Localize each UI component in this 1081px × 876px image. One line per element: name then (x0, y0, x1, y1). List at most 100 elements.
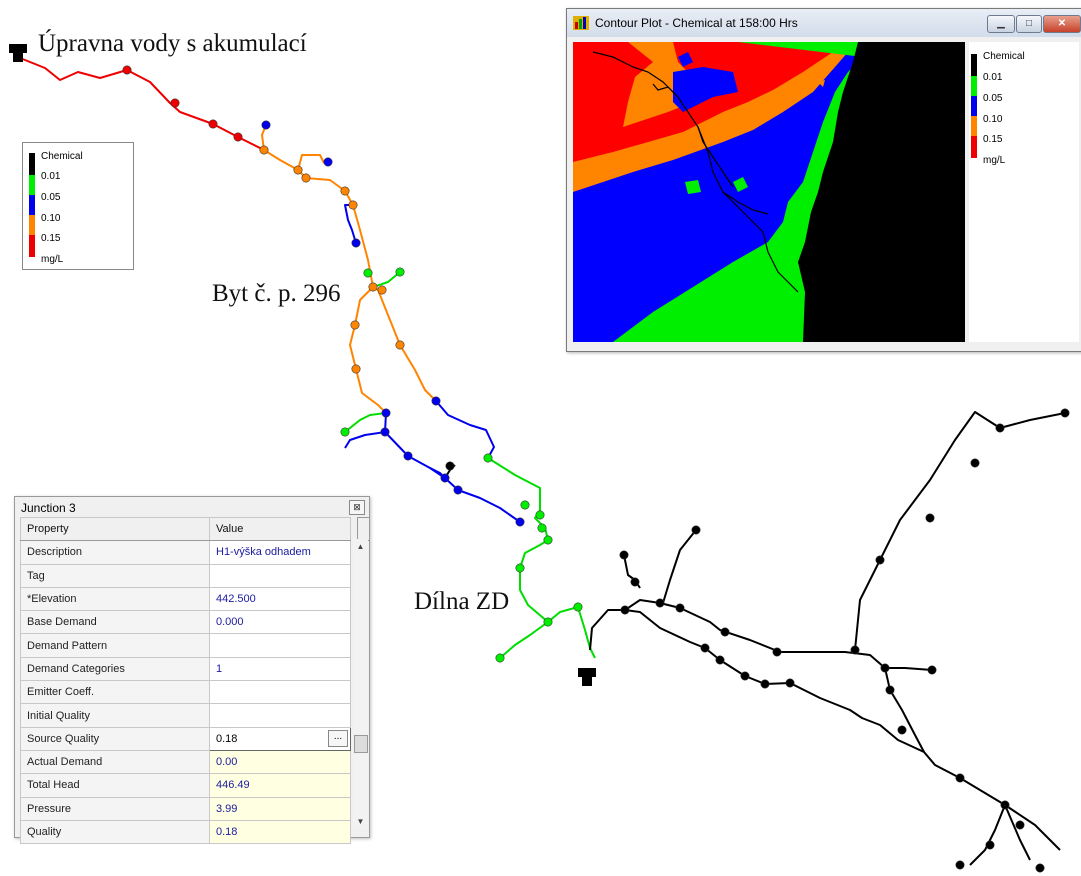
junction-node[interactable] (515, 563, 525, 573)
junction-node[interactable] (573, 602, 583, 612)
junction-node[interactable] (483, 453, 493, 463)
pipe-red[interactable] (19, 57, 265, 151)
junction-node[interactable] (630, 577, 640, 587)
minimize-button[interactable]: ▁ (987, 15, 1015, 33)
junction-node[interactable] (619, 550, 629, 560)
junction-node[interactable] (301, 173, 311, 183)
junction-node[interactable] (1035, 863, 1045, 873)
close-button[interactable]: ✕ (1043, 15, 1081, 33)
pipe-black-north[interactable] (854, 411, 1066, 651)
table-row[interactable]: Demand Categories 1 (20, 656, 351, 682)
junction-node[interactable] (453, 485, 463, 495)
contour-plot-canvas[interactable] (573, 42, 965, 342)
property-value[interactable] (209, 633, 351, 658)
junction-node[interactable] (995, 423, 1005, 433)
junction-node[interactable] (122, 65, 132, 75)
junction-node[interactable] (740, 671, 750, 681)
scroll-down-icon[interactable]: ▼ (353, 814, 368, 829)
table-row[interactable]: Initial Quality (20, 703, 351, 728)
scroll-up-icon[interactable]: ▲ (353, 539, 368, 554)
table-row[interactable]: Tag (20, 563, 351, 588)
property-value[interactable] (209, 680, 351, 705)
junction-node[interactable] (403, 451, 413, 461)
pipe-black-b4[interactable] (969, 804, 1006, 866)
junction-node[interactable] (323, 157, 333, 167)
junction-node[interactable] (700, 643, 710, 653)
table-row[interactable]: Pressure 3.99 (20, 796, 351, 821)
junction-node[interactable] (760, 679, 770, 689)
pipe-green-d[interactable] (344, 412, 387, 433)
junction-node[interactable] (535, 510, 545, 520)
junction-node[interactable] (885, 685, 895, 695)
junction-node[interactable] (620, 605, 630, 615)
junction-node[interactable] (445, 461, 455, 471)
junction-node[interactable] (897, 725, 907, 735)
junction-node[interactable] (985, 840, 995, 850)
property-value[interactable]: 0.18... (209, 726, 351, 751)
junction-node[interactable] (395, 340, 405, 350)
junction-node[interactable] (351, 238, 361, 248)
junction-node[interactable] (1060, 408, 1070, 418)
junction-node[interactable] (785, 678, 795, 688)
pipe-black-b3[interactable] (885, 667, 933, 671)
property-grid[interactable]: Property Value Description H1-výška odhad… (20, 516, 351, 845)
junction-node[interactable] (927, 665, 937, 675)
junction-node[interactable] (543, 535, 553, 545)
junction-node[interactable] (351, 364, 361, 374)
table-row[interactable]: Actual Demand 0.00 (20, 749, 351, 775)
junction-node[interactable] (170, 98, 180, 108)
pipe-orange-branch-b[interactable] (349, 286, 387, 414)
junction-node[interactable] (955, 773, 965, 783)
pipe-blue-d[interactable] (344, 431, 386, 449)
property-value[interactable]: 442.500 (209, 586, 351, 612)
junction-node[interactable] (395, 267, 405, 277)
junction-node[interactable] (381, 408, 391, 418)
table-row[interactable]: Total Head 446.49 (20, 773, 351, 798)
junction-node[interactable] (691, 525, 701, 535)
junction-node[interactable] (208, 119, 218, 129)
contour-titlebar[interactable]: Contour Plot - Chemical at 158:00 Hrs ▁ … (567, 9, 1081, 37)
pipe-black-b1[interactable] (662, 529, 697, 604)
junction-node[interactable] (259, 145, 269, 155)
property-value[interactable] (209, 703, 351, 728)
junction-node[interactable] (363, 268, 373, 278)
map-legend[interactable]: Chemical 0.01 0.05 0.10 0.15 mg/L (22, 142, 134, 270)
junction-node[interactable] (1015, 820, 1025, 830)
table-row[interactable]: *Elevation 442.500 (20, 586, 351, 612)
property-value[interactable]: 1 (209, 656, 351, 682)
junction-node[interactable] (1000, 800, 1010, 810)
junction-node[interactable] (377, 285, 387, 295)
table-row[interactable]: Base Demand 0.000 (20, 610, 351, 635)
contour-plot-window[interactable]: Contour Plot - Chemical at 158:00 Hrs ▁ … (566, 8, 1081, 352)
table-row[interactable]: Demand Pattern (20, 633, 351, 658)
junction-node[interactable] (440, 473, 450, 483)
junction-node[interactable] (720, 627, 730, 637)
junction-node[interactable] (368, 282, 378, 292)
junction-node[interactable] (955, 860, 965, 870)
junction-node[interactable] (293, 165, 303, 175)
table-row[interactable]: Quality 0.18 (20, 819, 351, 845)
junction-node[interactable] (543, 617, 553, 627)
property-value[interactable]: H1-výška odhadem (209, 540, 351, 565)
contour-legend[interactable]: Chemical 0.01 0.05 0.10 0.15 mg/L (969, 42, 1079, 342)
property-scrollbar[interactable]: ▲ ▼ (353, 539, 368, 829)
junction-node[interactable] (495, 653, 505, 663)
maximize-button[interactable]: □ (1016, 15, 1042, 33)
junction-node[interactable] (875, 555, 885, 565)
pipe-orange-trunk[interactable] (263, 149, 437, 402)
junction-node[interactable] (348, 200, 358, 210)
property-value[interactable] (209, 563, 351, 588)
panel-close-button[interactable]: ⊠ (349, 500, 365, 515)
junction-node[interactable] (261, 120, 271, 130)
junction-node[interactable] (233, 132, 243, 142)
pipe-green-a[interactable] (487, 457, 596, 659)
junction-node[interactable] (537, 523, 547, 533)
table-row[interactable]: Emitter Coeff. (20, 680, 351, 705)
junction-node[interactable] (655, 598, 665, 608)
browse-button[interactable]: ... (328, 729, 348, 747)
junction-node[interactable] (772, 647, 782, 657)
tank-icon[interactable] (578, 668, 596, 686)
junction-node[interactable] (675, 603, 685, 613)
junction-property-panel[interactable]: Junction 3 ⊠ Property Value Description H… (14, 496, 370, 845)
junction-node[interactable] (520, 500, 530, 510)
